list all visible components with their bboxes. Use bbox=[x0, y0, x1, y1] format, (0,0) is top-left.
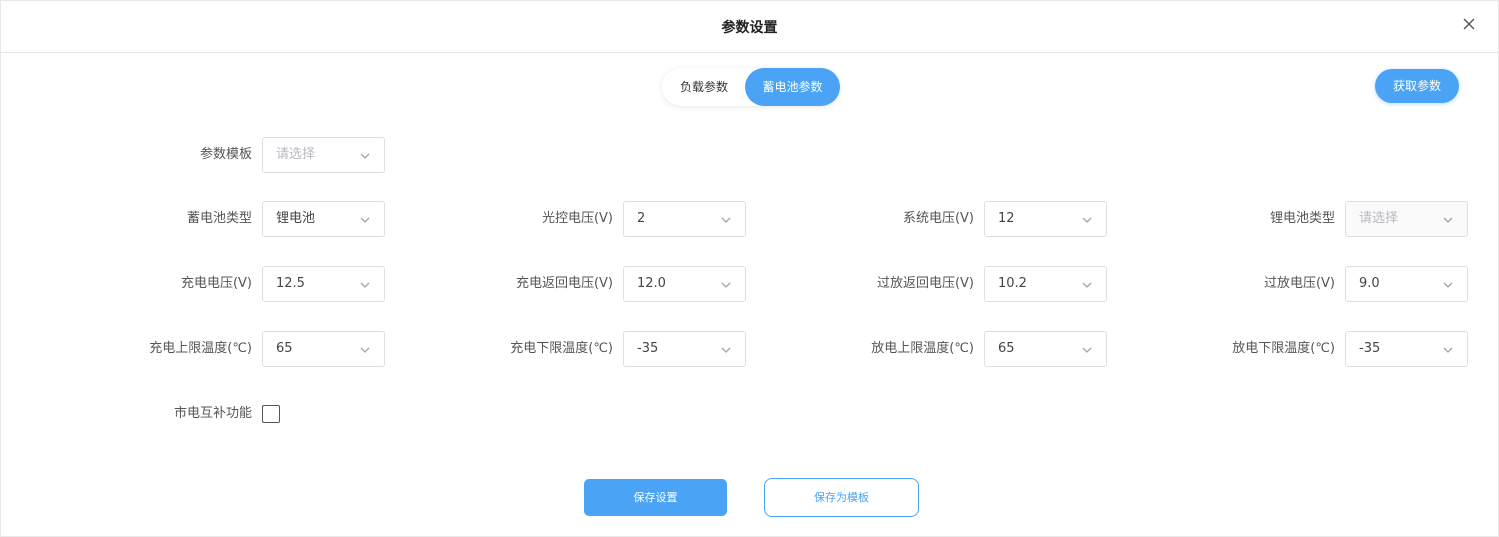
charge-voltage-select[interactable]: 12.5 bbox=[262, 266, 385, 302]
dialog-title: 参数设置 bbox=[721, 20, 778, 36]
field-label-discharge-upper-temp: 放电上限温度(℃) bbox=[871, 341, 974, 356]
field-label-lithium-type: 锂电池类型 bbox=[1269, 211, 1335, 226]
chevron-down-icon bbox=[721, 282, 731, 288]
save-settings-button[interactable]: 保存设置 bbox=[584, 479, 727, 516]
save-as-template-button[interactable]: 保存为模板 bbox=[764, 478, 919, 517]
field-label-light-control-voltage: 光控电压(V) bbox=[541, 211, 613, 226]
battery-type-value: 锂电池 bbox=[276, 211, 316, 226]
over-discharge-voltage-value: 9.0 bbox=[1359, 276, 1380, 291]
over-discharge-return-voltage-select[interactable]: 10.2 bbox=[984, 266, 1107, 302]
template-label: 参数模板 bbox=[199, 147, 252, 162]
field-label-over-discharge-return-voltage: 过放返回电压(V) bbox=[876, 276, 974, 291]
field-label-charge-return-voltage: 充电返回电压(V) bbox=[515, 276, 613, 291]
discharge-upper-temp-select[interactable]: 65 bbox=[984, 331, 1107, 367]
tab-group: 负载参数 蓄电池参数 bbox=[662, 68, 840, 106]
discharge-lower-temp-value: -35 bbox=[1359, 341, 1381, 356]
lithium-type-select[interactable]: 请选择 bbox=[1345, 201, 1468, 237]
charge-upper-temp-value: 65 bbox=[276, 341, 293, 356]
dialog-header: 参数设置 bbox=[1, 1, 1498, 53]
over-discharge-return-voltage-value: 10.2 bbox=[998, 276, 1027, 291]
chevron-down-icon bbox=[1443, 347, 1453, 353]
discharge-upper-temp-value: 65 bbox=[998, 341, 1015, 356]
chevron-down-icon bbox=[1443, 282, 1453, 288]
lithium-type-value: 请选择 bbox=[1359, 211, 1399, 226]
light-control-voltage-value: 2 bbox=[637, 211, 646, 226]
field-label-charge-lower-temp: 充电下限温度(℃) bbox=[510, 341, 613, 356]
field-label-charge-voltage: 充电电压(V) bbox=[180, 276, 252, 291]
template-select-value: 请选择 bbox=[276, 147, 316, 162]
fetch-params-button[interactable]: 获取参数 bbox=[1375, 69, 1459, 103]
field-label-over-discharge-voltage: 过放电压(V) bbox=[1263, 276, 1335, 291]
template-select[interactable]: 请选择 bbox=[262, 137, 385, 173]
discharge-lower-temp-select[interactable]: -35 bbox=[1345, 331, 1468, 367]
close-icon[interactable] bbox=[1460, 15, 1478, 33]
charge-return-voltage-value: 12.0 bbox=[637, 276, 666, 291]
chevron-down-icon bbox=[360, 217, 370, 223]
tab-battery-params[interactable]: 蓄电池参数 bbox=[745, 68, 840, 106]
chevron-down-icon bbox=[721, 347, 731, 353]
mains-complement-label: 市电互补功能 bbox=[173, 406, 252, 421]
chevron-down-icon bbox=[721, 217, 731, 223]
chevron-down-icon bbox=[1082, 282, 1092, 288]
chevron-down-icon bbox=[360, 282, 370, 288]
chevron-down-icon bbox=[1082, 217, 1092, 223]
field-label-battery-type: 蓄电池类型 bbox=[186, 211, 252, 226]
charge-lower-temp-select[interactable]: -35 bbox=[623, 331, 746, 367]
chevron-down-icon bbox=[360, 153, 370, 159]
charge-upper-temp-select[interactable]: 65 bbox=[262, 331, 385, 367]
system-voltage-value: 12 bbox=[998, 211, 1015, 226]
tab-load-params[interactable]: 负载参数 bbox=[662, 68, 746, 106]
chevron-down-icon bbox=[360, 347, 370, 353]
charge-lower-temp-value: -35 bbox=[637, 341, 659, 356]
system-voltage-select[interactable]: 12 bbox=[984, 201, 1107, 237]
light-control-voltage-select[interactable]: 2 bbox=[623, 201, 746, 237]
chevron-down-icon bbox=[1443, 217, 1453, 223]
battery-type-select[interactable]: 锂电池 bbox=[262, 201, 385, 237]
field-label-discharge-lower-temp: 放电下限温度(℃) bbox=[1232, 341, 1335, 356]
field-label-system-voltage: 系统电压(V) bbox=[902, 211, 974, 226]
chevron-down-icon bbox=[1082, 347, 1092, 353]
field-label-charge-upper-temp: 充电上限温度(℃) bbox=[149, 341, 252, 356]
charge-return-voltage-select[interactable]: 12.0 bbox=[623, 266, 746, 302]
over-discharge-voltage-select[interactable]: 9.0 bbox=[1345, 266, 1468, 302]
mains-complement-checkbox[interactable] bbox=[262, 405, 280, 423]
parameter-settings-dialog: 参数设置 负载参数 蓄电池参数 获取参数 参数模板 请选择 蓄电池类型 锂电池 … bbox=[0, 0, 1499, 537]
charge-voltage-value: 12.5 bbox=[276, 276, 305, 291]
